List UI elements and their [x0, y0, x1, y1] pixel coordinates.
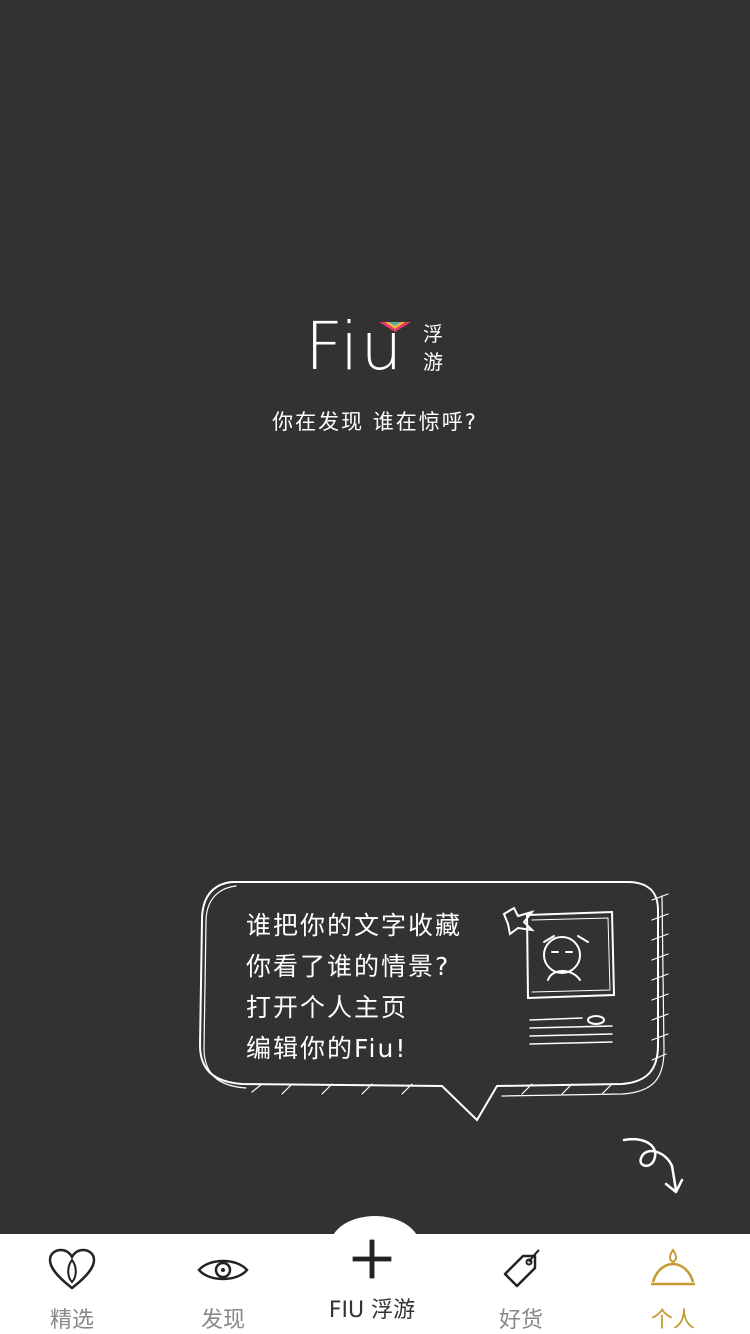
tab-label: FIU 浮游 [328, 1298, 416, 1323]
plus-icon [352, 1239, 392, 1279]
eye-icon [197, 1259, 249, 1281]
bubble-line: 打开个人主页 [246, 993, 409, 1022]
logo-chinese-line2: 游 [423, 350, 443, 374]
tab-discover[interactable]: 发现 [148, 1248, 298, 1334]
tagline: 你在发现 谁在惊呼? [272, 410, 478, 434]
tab-label: 发现 [200, 1308, 245, 1333]
tab-goods[interactable]: 好货 [446, 1248, 596, 1334]
bubble-line: 谁把你的文字收藏 [246, 911, 463, 940]
tab-profile[interactable]: 个人 [598, 1248, 748, 1334]
tag-icon [503, 1249, 540, 1288]
tab-featured[interactable]: 精选 [0, 1248, 147, 1334]
app-logo: Fiu 浮 游 [305, 312, 465, 382]
logo-chinese-line1: 浮 [423, 322, 443, 346]
bubble-line: 编辑你的Fiu! [246, 1034, 408, 1063]
tab-label: 精选 [49, 1308, 94, 1333]
person-icon [651, 1248, 695, 1286]
tab-label: 好货 [498, 1308, 543, 1333]
logo-chinese: 浮 游 [423, 320, 445, 376]
heart-icon [48, 1248, 96, 1290]
logo-wordmark: Fiu [305, 308, 405, 385]
curly-arrow-icon [622, 1137, 684, 1194]
tab-fiu-create[interactable]: FIU 浮游 [297, 1238, 447, 1324]
bubble-line: 你看了谁的情景? [246, 952, 451, 981]
bubble-text: 谁把你的文字收藏 你看了谁的情景? 打开个人主页 编辑你的Fiu! [246, 905, 526, 1069]
tab-label: 个人 [650, 1308, 695, 1333]
